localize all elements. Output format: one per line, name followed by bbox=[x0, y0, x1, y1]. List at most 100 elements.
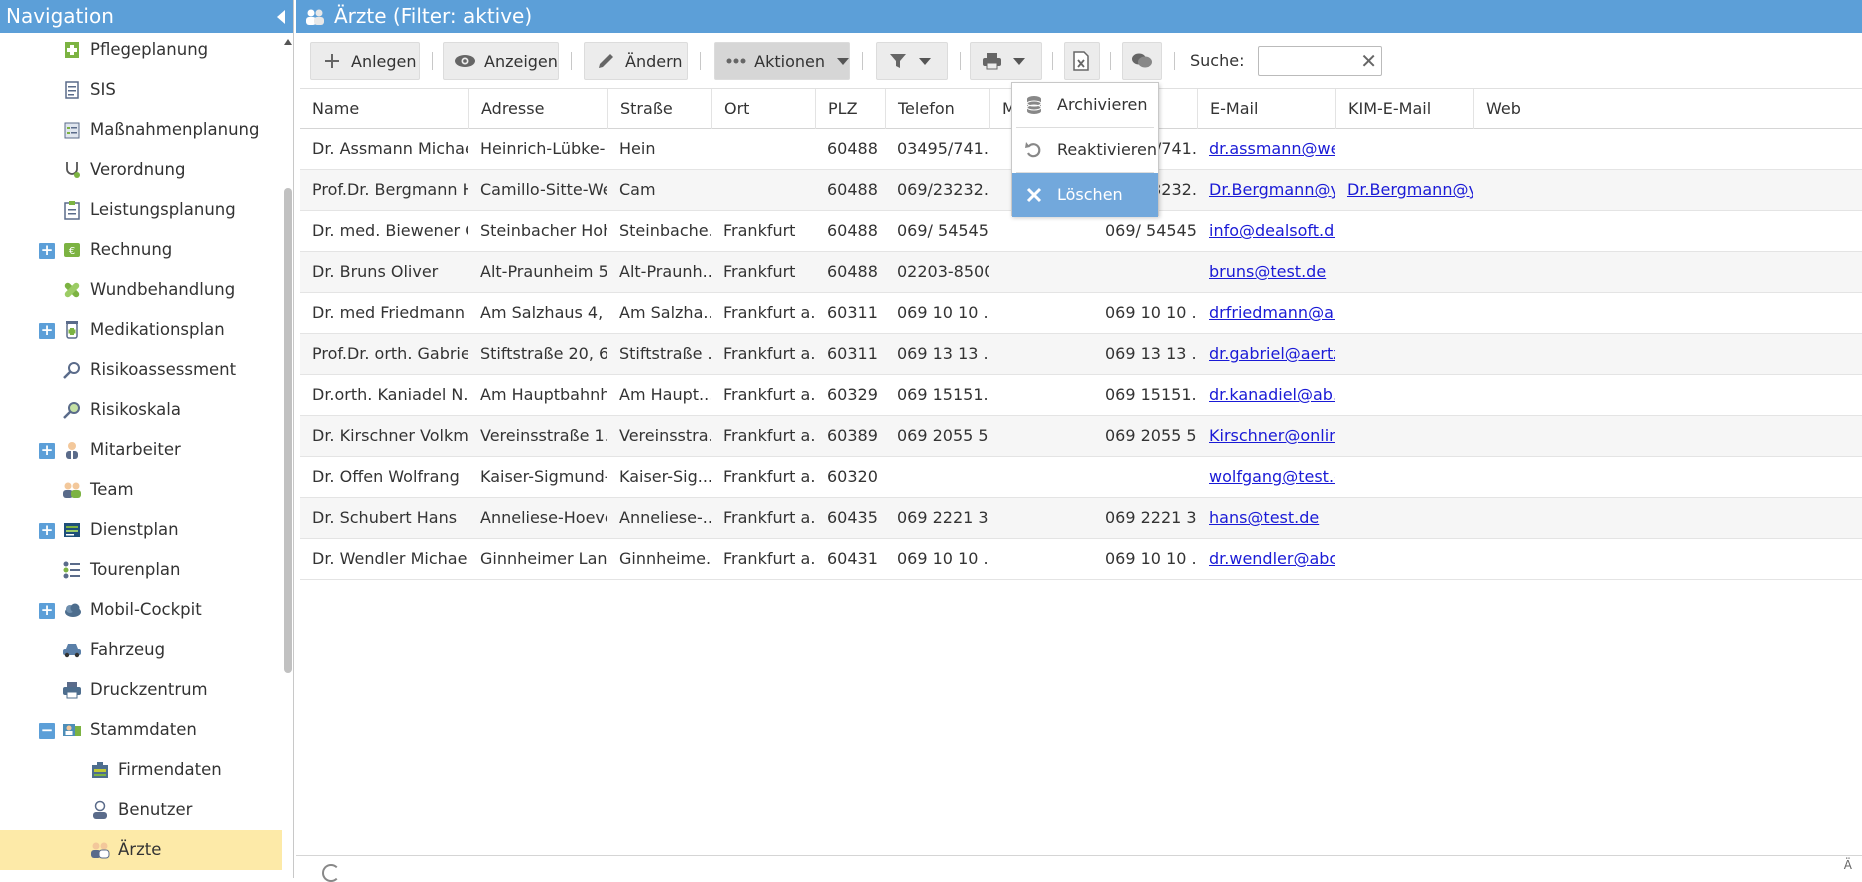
column-header-ort[interactable]: Ort bbox=[711, 89, 815, 129]
anzeigen-button[interactable]: Anzeigen bbox=[443, 42, 559, 80]
table-cell-telefon: 069 2055 5... bbox=[897, 426, 989, 445]
table-row[interactable]: Dr.orth. Kaniadel N. Am Hauptbahnh... Am H… bbox=[300, 375, 1862, 416]
table-cell-e-mail[interactable]: dr.gabriel@aertz... bbox=[1197, 334, 1335, 374]
table-cell-fax: 069/ 545455 bbox=[1105, 221, 1197, 240]
expand-icon[interactable]: + bbox=[39, 323, 55, 339]
sidebar-item-benutzer[interactable]: Benutzer bbox=[0, 790, 282, 830]
grid-footer: Ä bbox=[296, 855, 1862, 882]
table-cell-e-mail[interactable]: wolfgang@test.de bbox=[1197, 457, 1335, 497]
table-row[interactable]: Dr. Schubert Hans Anneliese-Hoeve... Annel… bbox=[300, 498, 1862, 539]
table-cell-e-mail[interactable]: dr.assmann@we... bbox=[1197, 129, 1335, 169]
clear-search-icon[interactable]: ✕ bbox=[1360, 49, 1377, 73]
expand-icon[interactable]: + bbox=[39, 243, 55, 259]
sidebar-item-tourenplan[interactable]: Tourenplan bbox=[0, 550, 282, 590]
table-cell-ort: Frankfurt a... bbox=[723, 508, 815, 527]
table-cell-kim-e-mail bbox=[1335, 457, 1473, 497]
table-cell-adresse: Heinrich-Lübke-... bbox=[480, 139, 607, 158]
sidebar-item-risikoassessment[interactable]: Risikoassessment bbox=[0, 350, 282, 390]
column-header-adresse[interactable]: Adresse bbox=[468, 89, 607, 129]
table-cell-kim-e-mail[interactable]: Dr.Bergmann@y... bbox=[1335, 170, 1473, 210]
search-input[interactable]: ✕ bbox=[1258, 46, 1382, 76]
print-button[interactable] bbox=[970, 42, 1042, 80]
table-cell-mobil bbox=[989, 211, 1093, 251]
sidebar-item-druckzentrum[interactable]: Druckzentrum bbox=[0, 670, 282, 710]
column-header-name[interactable]: Name bbox=[300, 89, 468, 129]
column-header-telefon[interactable]: Telefon bbox=[885, 89, 989, 129]
sidebar-item-team[interactable]: Team bbox=[0, 470, 282, 510]
footer-text: Ä bbox=[1843, 858, 1852, 872]
menu-item-label: Reaktivieren bbox=[1057, 140, 1157, 159]
sidebar-item-medikationsplan[interactable]: + Medikationsplan bbox=[0, 310, 282, 350]
sidebar-title: Navigation bbox=[6, 4, 114, 28]
table-cell-stra-e: Am Salzha... bbox=[619, 303, 711, 322]
table-row[interactable]: Dr. med Friedmann A... Am Salzhaus 4, 6..… bbox=[300, 293, 1862, 334]
collapse-sidebar-icon[interactable] bbox=[277, 10, 285, 24]
sidebar-item-wundbehandlung[interactable]: Wundbehandlung bbox=[0, 270, 282, 310]
table-row[interactable]: Dr. Kirschner Volkmar Vereinsstraße 1... V… bbox=[300, 416, 1862, 457]
sidebar-item-label: Fahrzeug bbox=[90, 640, 166, 659]
table-cell-e-mail[interactable]: dr.kanadiel@ab... bbox=[1197, 375, 1335, 415]
printer-icon bbox=[63, 682, 81, 699]
toolbar: Anlegen Anzeigen Ändern Aktionen Suche: … bbox=[296, 40, 1862, 80]
sidebar-item-maßnahmenplanung[interactable]: Maßnahmenplanung bbox=[0, 110, 282, 150]
sidebar-item-mobil-cockpit[interactable]: + Mobil-Cockpit bbox=[0, 590, 282, 630]
sidebar-item-label: Pflegeplanung bbox=[90, 40, 209, 59]
pencil-icon bbox=[595, 50, 617, 72]
column-header-kim-e-mail[interactable]: KIM-E-Mail bbox=[1335, 89, 1473, 129]
sidebar-item-sis[interactable]: SIS bbox=[0, 70, 282, 110]
expand-icon[interactable]: + bbox=[39, 443, 55, 459]
sidebar-item-pflegeplanung[interactable]: Pflegeplanung bbox=[0, 30, 282, 70]
column-header-stra-e[interactable]: Straße bbox=[607, 89, 711, 129]
menu-item-reaktivieren[interactable]: Reaktivieren bbox=[1012, 128, 1158, 172]
aendern-button[interactable]: Ändern bbox=[584, 42, 688, 80]
collapse-icon[interactable]: − bbox=[39, 723, 55, 739]
sidebar-item-ärzte[interactable]: Ärzte bbox=[0, 830, 282, 870]
table-row[interactable]: Dr. Bruns Oliver Alt-Praunheim 5... Alt-Pr… bbox=[300, 252, 1862, 293]
anlegen-button[interactable]: Anlegen bbox=[310, 42, 420, 80]
column-header-web[interactable]: Web bbox=[1473, 89, 1862, 129]
comments-button[interactable] bbox=[1122, 42, 1162, 80]
table-cell-ort: Frankfurt a... bbox=[723, 426, 815, 445]
sidebar-item-stammdaten[interactable]: − Stammdaten bbox=[0, 710, 282, 750]
table-cell-e-mail[interactable]: Dr.Bergmann@y... bbox=[1197, 170, 1335, 210]
table-cell-e-mail[interactable]: dr.wendler@abc... bbox=[1197, 539, 1335, 579]
sidebar-item-mitarbeiter[interactable]: + Mitarbeiter bbox=[0, 430, 282, 470]
table-cell-e-mail[interactable]: Kirschner@onlin... bbox=[1197, 416, 1335, 456]
table-row[interactable]: Prof.Dr. orth. Gabriel ... Stiftstraße 20… bbox=[300, 334, 1862, 375]
table-cell-e-mail[interactable]: info@dealsoft.de bbox=[1197, 211, 1335, 251]
table-row[interactable]: Dr. med. Biewener Ga... Steinbacher Hoh..… bbox=[300, 211, 1862, 252]
filter-button[interactable] bbox=[876, 42, 948, 80]
sidebar-item-dienstplan[interactable]: + Dienstplan bbox=[0, 510, 282, 550]
table-cell-adresse: Steinbacher Hoh... bbox=[480, 221, 607, 240]
column-header-e-mail[interactable]: E-Mail bbox=[1197, 89, 1335, 129]
svg-text:€: € bbox=[69, 246, 75, 257]
sidebar-item-fahrzeug[interactable]: Fahrzeug bbox=[0, 630, 282, 670]
menu-item-archivieren[interactable]: Archivieren bbox=[1012, 83, 1158, 127]
aktionen-button[interactable]: Aktionen bbox=[714, 42, 850, 80]
table-cell-telefon: 03495/741... bbox=[897, 139, 989, 158]
sidebar-item-verordnung[interactable]: Verordnung bbox=[0, 150, 282, 190]
sidebar-item-firmendaten[interactable]: Firmendaten bbox=[0, 750, 282, 790]
table-cell-stra-e: Hein bbox=[619, 139, 656, 158]
table-row[interactable]: Dr. Offen Wolfrang Kaiser-Sigmund-... Kais… bbox=[300, 457, 1862, 498]
sidebar-item-risikoskala[interactable]: Risikoskala bbox=[0, 390, 282, 430]
sidebar-scrollbar[interactable] bbox=[282, 33, 293, 878]
sidebar-item-rechnung[interactable]: + € Rechnung bbox=[0, 230, 282, 270]
table-cell-e-mail[interactable]: hans@test.de bbox=[1197, 498, 1335, 538]
table-cell-e-mail[interactable]: bruns@test.de bbox=[1197, 252, 1335, 292]
excel-export-button[interactable] bbox=[1064, 42, 1100, 80]
table-cell-e-mail[interactable]: drfriedmann@a... bbox=[1197, 293, 1335, 333]
table-row[interactable]: Dr. Wendler Michael Ginnheimer Lan... Ginn… bbox=[300, 539, 1862, 580]
table-cell-ort bbox=[711, 129, 815, 169]
scroll-thumb[interactable] bbox=[284, 188, 292, 673]
expand-icon[interactable]: + bbox=[39, 523, 55, 539]
table-cell-mobil bbox=[989, 498, 1093, 538]
table-cell-web bbox=[1473, 252, 1862, 292]
expand-icon[interactable]: + bbox=[39, 603, 55, 619]
column-header-plz[interactable]: PLZ bbox=[815, 89, 885, 129]
sidebar-item-leistungsplanung[interactable]: Leistungsplanung bbox=[0, 190, 282, 230]
menu-item-loeschen[interactable]: Löschen bbox=[1012, 173, 1158, 217]
refresh-icon[interactable] bbox=[322, 864, 340, 882]
scroll-up-arrow-icon[interactable] bbox=[284, 39, 292, 45]
chevron-down-icon bbox=[837, 57, 849, 65]
